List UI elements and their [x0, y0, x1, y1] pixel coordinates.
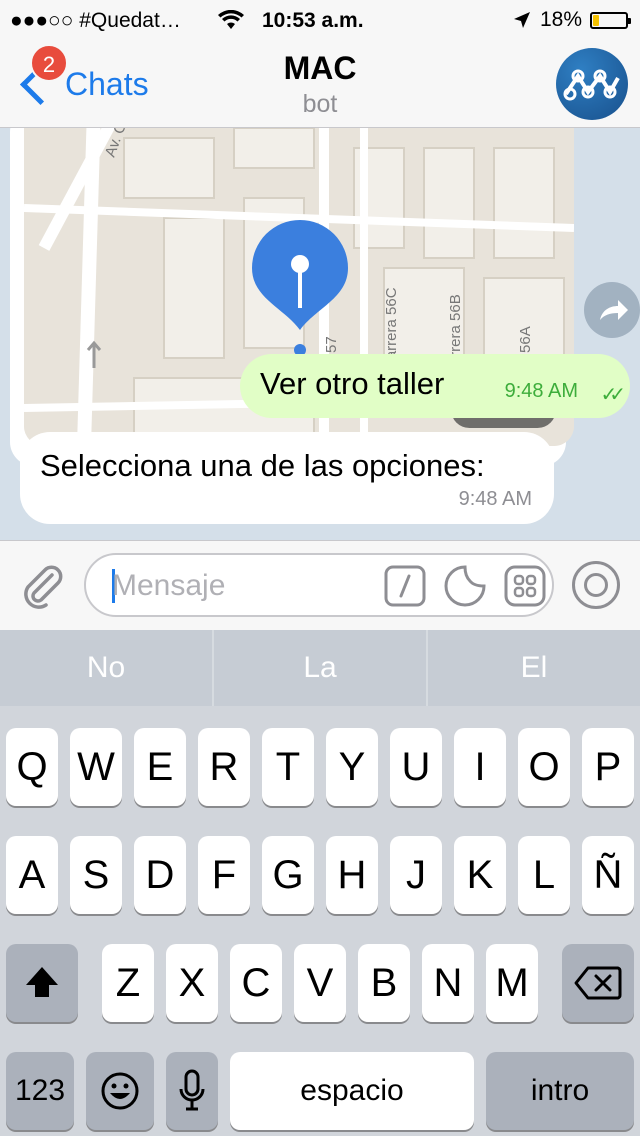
carrier-label: ●●●○○ #Quedat…: [10, 9, 181, 32]
key[interactable]: U: [390, 728, 442, 806]
key[interactable]: E: [134, 728, 186, 806]
key[interactable]: B: [358, 944, 410, 1022]
bot-logo-icon: [563, 69, 620, 101]
key[interactable]: T: [262, 728, 314, 806]
suggestion-item[interactable]: No: [0, 630, 214, 706]
message-time: 9:48 AM: [504, 380, 578, 402]
battery-fill: [593, 14, 599, 26]
keyboard: No La El Q W E R T Y U I O P A S D F G H…: [0, 630, 640, 1136]
message-input[interactable]: [110, 565, 364, 607]
key[interactable]: F: [198, 836, 250, 914]
message-field[interactable]: [84, 553, 554, 617]
shift-key[interactable]: [6, 944, 78, 1022]
share-arrow-icon: [600, 300, 628, 320]
return-key[interactable]: intro: [486, 1052, 634, 1130]
key[interactable]: H: [326, 836, 378, 914]
suggestion-item[interactable]: El: [428, 630, 640, 706]
camera-button-icon[interactable]: [572, 561, 620, 609]
key[interactable]: P: [582, 728, 634, 806]
outgoing-message[interactable]: Ver otro taller 9:48 AM ✓✓: [240, 354, 630, 418]
suggestion-bar: No La El: [0, 630, 640, 706]
microphone-icon: [179, 1069, 205, 1111]
battery-percent: 18%: [539, 8, 582, 31]
location-arrow-icon: [513, 12, 530, 28]
backspace-icon: [574, 966, 622, 1000]
key[interactable]: S: [70, 836, 122, 914]
key[interactable]: N: [422, 944, 474, 1022]
key[interactable]: C: [230, 944, 282, 1022]
status-bar: ●●●○○ #Quedat… 10:53 a.m. 18%: [0, 0, 640, 40]
key[interactable]: O: [518, 728, 570, 806]
key[interactable]: D: [134, 836, 186, 914]
key[interactable]: J: [390, 836, 442, 914]
message-time: 9:48 AM: [458, 488, 532, 510]
incoming-message[interactable]: Selecciona una de las opciones: 9:48 AM: [20, 432, 554, 524]
read-checkmarks-icon: ✓✓: [600, 384, 625, 406]
attach-paperclip-icon[interactable]: [18, 561, 66, 609]
chat-subtitle: bot: [302, 90, 338, 118]
key[interactable]: I: [454, 728, 506, 806]
key[interactable]: Z: [102, 944, 154, 1022]
chat-area[interactable]: Av. Ca Carrera 57 Carrera 56C Carrera 56…: [0, 128, 640, 540]
emoji-smiley-icon: [101, 1072, 139, 1110]
numbers-key[interactable]: 123: [6, 1052, 74, 1130]
navigation-bar: Chats 2 MAC bot: [0, 40, 640, 128]
dictation-key[interactable]: [166, 1052, 218, 1130]
message-text: Selecciona una de las opciones:: [40, 448, 485, 483]
key[interactable]: Y: [326, 728, 378, 806]
wifi-icon: [218, 10, 244, 29]
key[interactable]: X: [166, 944, 218, 1022]
message-text: Ver otro taller: [260, 366, 445, 401]
key[interactable]: G: [262, 836, 314, 914]
chat-title[interactable]: MAC: [0, 50, 640, 87]
key[interactable]: L: [518, 836, 570, 914]
emoji-key[interactable]: [86, 1052, 154, 1130]
share-button[interactable]: [584, 282, 640, 338]
sticker-icon[interactable]: [444, 565, 486, 607]
key[interactable]: V: [294, 944, 346, 1022]
key[interactable]: W: [70, 728, 122, 806]
message-input-bar: [0, 540, 640, 630]
status-time: 10:53 a.m.: [262, 9, 364, 32]
battery-icon: [590, 11, 631, 29]
key[interactable]: R: [198, 728, 250, 806]
key[interactable]: Q: [6, 728, 58, 806]
key[interactable]: A: [6, 836, 58, 914]
bot-keyboard-icon[interactable]: [504, 565, 546, 607]
key[interactable]: K: [454, 836, 506, 914]
key[interactable]: Ñ: [582, 836, 634, 914]
delete-key[interactable]: [562, 944, 634, 1022]
suggestion-item[interactable]: La: [214, 630, 428, 706]
shift-arrow-icon: [26, 967, 58, 997]
bot-commands-icon[interactable]: [384, 565, 426, 607]
space-key[interactable]: espacio: [230, 1052, 474, 1130]
bot-avatar[interactable]: [556, 48, 628, 120]
key[interactable]: M: [486, 944, 538, 1022]
